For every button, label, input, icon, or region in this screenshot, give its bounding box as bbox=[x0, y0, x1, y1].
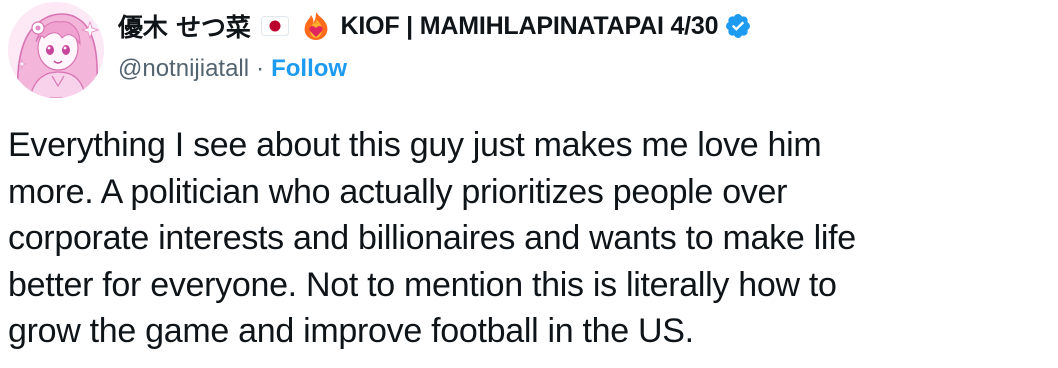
handle-row: @notnijiatall · Follow bbox=[118, 52, 347, 86]
tweet-text-line: better for everyone. Not to mention this… bbox=[8, 265, 837, 304]
separator-dot: · bbox=[256, 55, 265, 82]
japan-flag-icon bbox=[260, 15, 289, 37]
avatar-image bbox=[8, 2, 104, 98]
tweet-text-line: more. A politician who actually prioriti… bbox=[8, 172, 788, 211]
tweet-text-line: corporate interests and billionaires and… bbox=[8, 219, 856, 257]
fire-heart-icon bbox=[301, 10, 331, 42]
tweet-text: Everything I see about this guy just mak… bbox=[8, 122, 1048, 355]
follow-button[interactable]: Follow bbox=[271, 55, 347, 83]
tweet-text-line: Everything I see about this guy just mak… bbox=[8, 126, 822, 164]
tweet-text-line: grow the game and improve football in th… bbox=[8, 312, 694, 350]
verified-badge-icon bbox=[724, 12, 752, 40]
avatar[interactable] bbox=[8, 2, 104, 98]
display-name-japanese[interactable]: 優木 せつ菜 bbox=[118, 8, 251, 44]
tweet-card: 優木 せつ菜 KIOF | MAMIHLAPINATAPAI 4/30 @not… bbox=[0, 0, 1058, 368]
display-name-row[interactable]: 優木 せつ菜 KIOF | MAMIHLAPINATAPAI 4/30 bbox=[118, 6, 752, 46]
display-name-main[interactable]: KIOF | MAMIHLAPINATAPAI 4/30 bbox=[341, 12, 719, 41]
user-handle[interactable]: @notnijiatall bbox=[118, 55, 249, 83]
